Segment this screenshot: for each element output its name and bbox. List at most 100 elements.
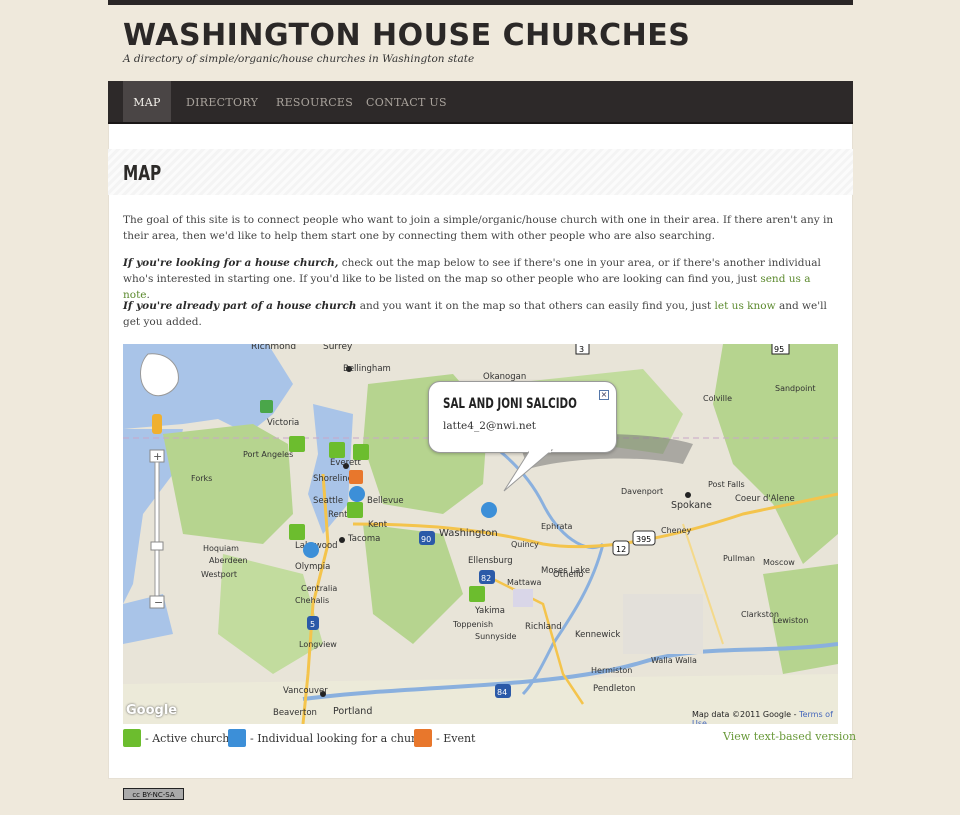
map-label-bellevue: Bellevue — [367, 496, 404, 506]
svg-text:82: 82 — [481, 574, 491, 583]
svg-text:5: 5 — [310, 620, 315, 629]
map-label-pendleton: Pendleton — [593, 684, 636, 694]
part-of-paragraph: If you're already part of a house church… — [123, 298, 838, 330]
map-label-sandpoint: Sandpoint — [775, 384, 816, 393]
map-label-richland: Richland — [525, 622, 562, 632]
map-data-text: Map data ©2011 Google - — [692, 710, 800, 719]
map-marker-active[interactable] — [289, 436, 305, 452]
info-window-email[interactable]: latte4_2@nwi.net — [443, 420, 536, 432]
site-tagline: A directory of simple/organic/house chur… — [123, 53, 475, 65]
map-label-hermiston: Hermiston — [591, 666, 633, 675]
map-marker-individual[interactable] — [303, 542, 319, 558]
map-label-toppenish: Toppenish — [453, 620, 494, 629]
map-label-othello: Othello — [553, 570, 584, 580]
map-label-richmond: Richmond — [251, 344, 297, 352]
page-header: MAP — [108, 149, 853, 195]
info-window-title: SAL AND JONI SALCIDO — [443, 396, 577, 412]
map-label-kennewick: Kennewick — [575, 630, 621, 640]
map-label-forks: Forks — [191, 474, 213, 483]
map-label-washington: Washington — [439, 528, 498, 539]
map-label-coeur-dalene: Coeur d'Alene — [735, 494, 795, 504]
info-window-tail — [503, 449, 554, 492]
map-label-walla-walla: Walla Walla — [651, 656, 697, 665]
svg-text:84: 84 — [497, 688, 507, 697]
map-label-spokane: Spokane — [671, 500, 712, 511]
map-marker-active[interactable] — [260, 400, 273, 413]
map-marker-active[interactable] — [329, 442, 345, 458]
looking-paragraph: If you're looking for a house church, ch… — [123, 255, 838, 303]
svg-text:+: + — [153, 450, 162, 463]
license-badge[interactable]: cc BY-NC-SA — [123, 788, 184, 800]
map-marker-individual[interactable] — [349, 486, 365, 502]
map-label-longview: Longview — [299, 640, 337, 649]
nav-map[interactable]: MAP — [123, 81, 171, 122]
map-label-portland: Portland — [333, 706, 373, 717]
svg-text:95: 95 — [774, 345, 784, 354]
close-icon[interactable]: × — [599, 390, 609, 400]
site-title[interactable]: WASHINGTON HOUSE CHURCHES — [123, 18, 690, 53]
map-label-sunnyside: Sunnyside — [475, 632, 517, 641]
map-label-beaverton: Beaverton — [273, 708, 317, 718]
svg-text:12: 12 — [616, 545, 626, 554]
map-label-bellingham: Bellingham — [343, 364, 391, 374]
map-label-lewiston: Lewiston — [773, 616, 809, 625]
text-version-link[interactable]: View text-based version — [723, 730, 856, 743]
map-marker-event[interactable] — [349, 470, 363, 484]
nav-directory[interactable]: DIRECTORY — [186, 81, 258, 122]
map-marker-active[interactable] — [469, 586, 485, 602]
map-label-tacoma: Tacoma — [348, 534, 381, 544]
top-bar — [108, 0, 853, 5]
let-us-know-link[interactable]: let us know — [715, 300, 776, 312]
map-label-centralia: Centralia — [301, 584, 338, 593]
map-label-ellensburg: Ellensburg — [468, 556, 513, 566]
nav-contact-us[interactable]: CONTACT US — [366, 81, 447, 122]
map-label-quincy: Quincy — [511, 540, 539, 549]
legend-individual-label: - Individual looking for a church — [250, 731, 430, 745]
map-label-pullman: Pullman — [723, 554, 755, 563]
map-attribution: Map data ©2011 Google - Terms of Use — [692, 710, 838, 724]
legend-individual: - Individual looking for a church — [228, 728, 430, 748]
map-marker-active[interactable] — [347, 502, 363, 518]
map-label-ephrata: Ephrata — [541, 522, 573, 531]
map-label-westport: Westport — [201, 570, 238, 579]
map-label-aberdeen: Aberdeen — [209, 556, 248, 565]
person-icon — [228, 729, 246, 747]
home-icon — [123, 729, 141, 747]
map-label-cheney: Cheney — [661, 526, 692, 535]
map-marker-individual[interactable] — [481, 502, 497, 518]
map-label-chehalis: Chehalis — [295, 596, 330, 605]
google-logo: Google — [126, 703, 178, 718]
part-of-lead: If you're already part of a house church — [123, 300, 357, 312]
svg-text:395: 395 — [636, 535, 651, 544]
calendar-icon — [414, 729, 432, 747]
legend-event-label: - Event — [436, 731, 476, 745]
map-label-moscow: Moscow — [763, 558, 795, 567]
map-label-davenport: Davenport — [621, 487, 664, 496]
looking-lead: If you're looking for a house church, — [123, 257, 339, 269]
map-marker-active[interactable] — [353, 444, 369, 460]
intro-paragraph: The goal of this site is to connect peop… — [123, 214, 834, 242]
map-label-shoreline: Shoreline — [313, 474, 353, 484]
svg-text:90: 90 — [421, 535, 431, 544]
map-marker-active[interactable] — [289, 524, 305, 540]
map-label-hoquiam: Hoquiam — [203, 544, 239, 553]
map-label-yakima: Yakima — [475, 606, 506, 616]
map-label-port-angeles: Port Angeles — [243, 450, 294, 459]
legend-event: - Event — [414, 728, 475, 748]
map-label-vancouver: Vancouver — [283, 686, 328, 696]
map-label-colville: Colville — [703, 394, 733, 403]
info-window: SAL AND JONI SALCIDO latte4_2@nwi.net × — [428, 381, 617, 453]
map-label-victoria: Victoria — [267, 418, 300, 428]
part-of-text: and you want it on the map so that other… — [356, 300, 715, 312]
map-label-mattawa: Mattawa — [507, 578, 542, 587]
map-label-kent: Kent — [368, 520, 388, 530]
main-nav: MAP DIRECTORY RESOURCES CONTACT US — [108, 81, 853, 124]
page-title: MAP — [123, 161, 162, 185]
svg-text:−: − — [154, 596, 163, 609]
nav-resources[interactable]: RESOURCES — [276, 81, 353, 122]
legend-active: - Active church — [123, 728, 229, 748]
map-label-seattle: Seattle — [313, 496, 344, 506]
map-label-olympia: Olympia — [295, 562, 331, 572]
map-label-surrey: Surrey — [323, 344, 353, 352]
map-label-post-falls: Post Falls — [708, 480, 745, 489]
